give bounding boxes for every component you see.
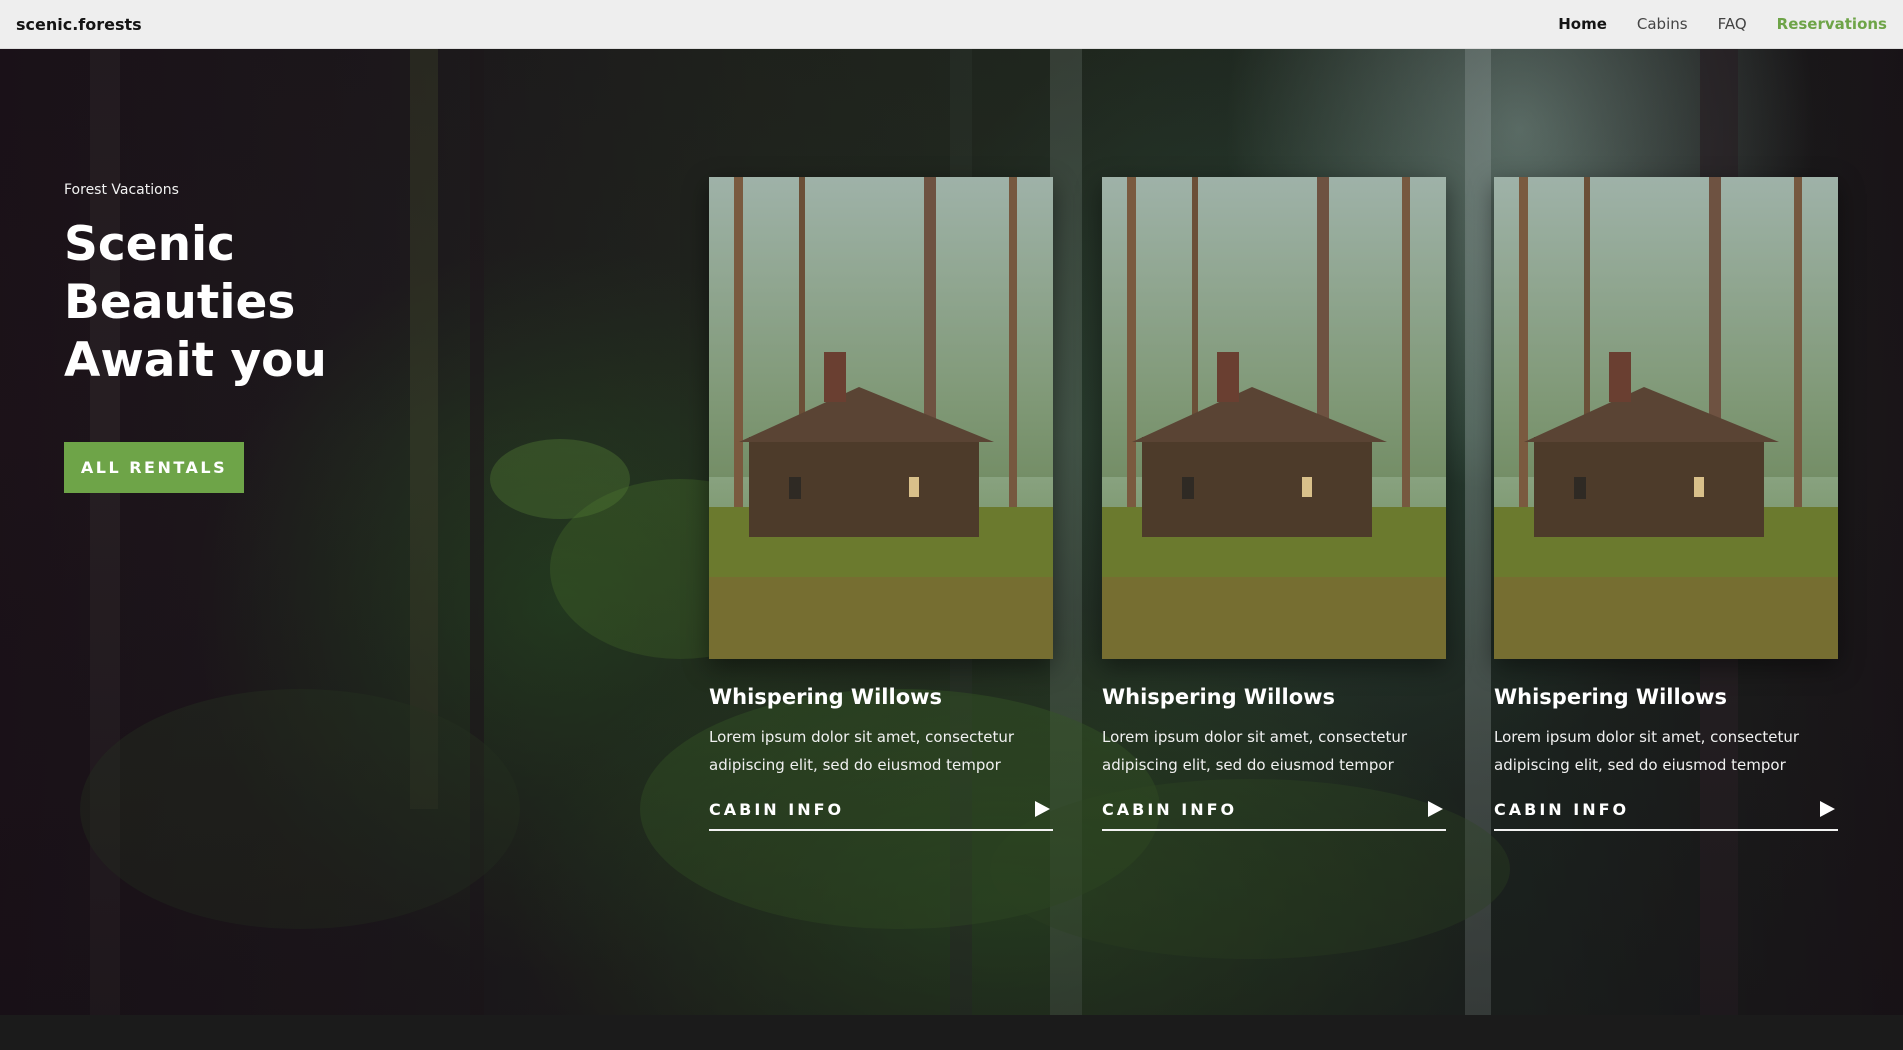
play-triangle-icon xyxy=(1428,801,1443,817)
hero-section: Forest Vacations Scenic Beauties Await y… xyxy=(0,49,1903,1015)
hero-eyebrow: Forest Vacations xyxy=(64,182,179,198)
top-navbar: scenic.forests Home Cabins FAQ Reservati… xyxy=(0,0,1903,49)
all-rentals-button[interactable]: ALL RENTALS xyxy=(64,442,244,493)
nav-home-link[interactable]: Home xyxy=(1558,15,1607,33)
nav-faq-link[interactable]: FAQ xyxy=(1718,15,1747,33)
cabin-card: Whispering Willows Lorem ipsum dolor sit… xyxy=(1494,177,1838,831)
cabin-image[interactable] xyxy=(709,177,1053,659)
nav-reservations-link[interactable]: Reservations xyxy=(1777,15,1887,33)
card-description: Lorem ipsum dolor sit amet, consectetur … xyxy=(1102,728,1408,774)
cabin-image[interactable] xyxy=(1494,177,1838,659)
play-triangle-icon xyxy=(1035,801,1050,817)
card-title: Whispering Willows xyxy=(709,685,943,709)
nav-links: Home Cabins FAQ Reservations xyxy=(1528,15,1887,33)
card-title: Whispering Willows xyxy=(1494,685,1728,709)
nav-cabins-link[interactable]: Cabins xyxy=(1637,15,1688,33)
cabin-info-link[interactable]: CABIN INFO xyxy=(1494,793,1838,831)
cabin-info-label: CABIN INFO xyxy=(709,799,845,819)
card-description: Lorem ipsum dolor sit amet, consectetur … xyxy=(709,728,1015,774)
cabin-info-link[interactable]: CABIN INFO xyxy=(709,793,1053,831)
hero-title: Scenic Beauties Await you xyxy=(64,217,327,388)
cabin-info-label: CABIN INFO xyxy=(1102,799,1238,819)
cabin-info-label: CABIN INFO xyxy=(1494,799,1630,819)
cabin-card: Whispering Willows Lorem ipsum dolor sit… xyxy=(1102,177,1446,831)
card-title: Whispering Willows xyxy=(1102,685,1336,709)
hero-text-block: Forest Vacations Scenic Beauties Await y… xyxy=(64,182,424,390)
play-triangle-icon xyxy=(1820,801,1835,817)
footer-band xyxy=(0,1015,1903,1050)
cabin-info-link[interactable]: CABIN INFO xyxy=(1102,793,1446,831)
brand-logo-link[interactable]: scenic.forests xyxy=(16,15,142,34)
cabin-image[interactable] xyxy=(1102,177,1446,659)
card-description: Lorem ipsum dolor sit amet, consectetur … xyxy=(1494,728,1800,774)
cabin-card: Whispering Willows Lorem ipsum dolor sit… xyxy=(709,177,1053,831)
